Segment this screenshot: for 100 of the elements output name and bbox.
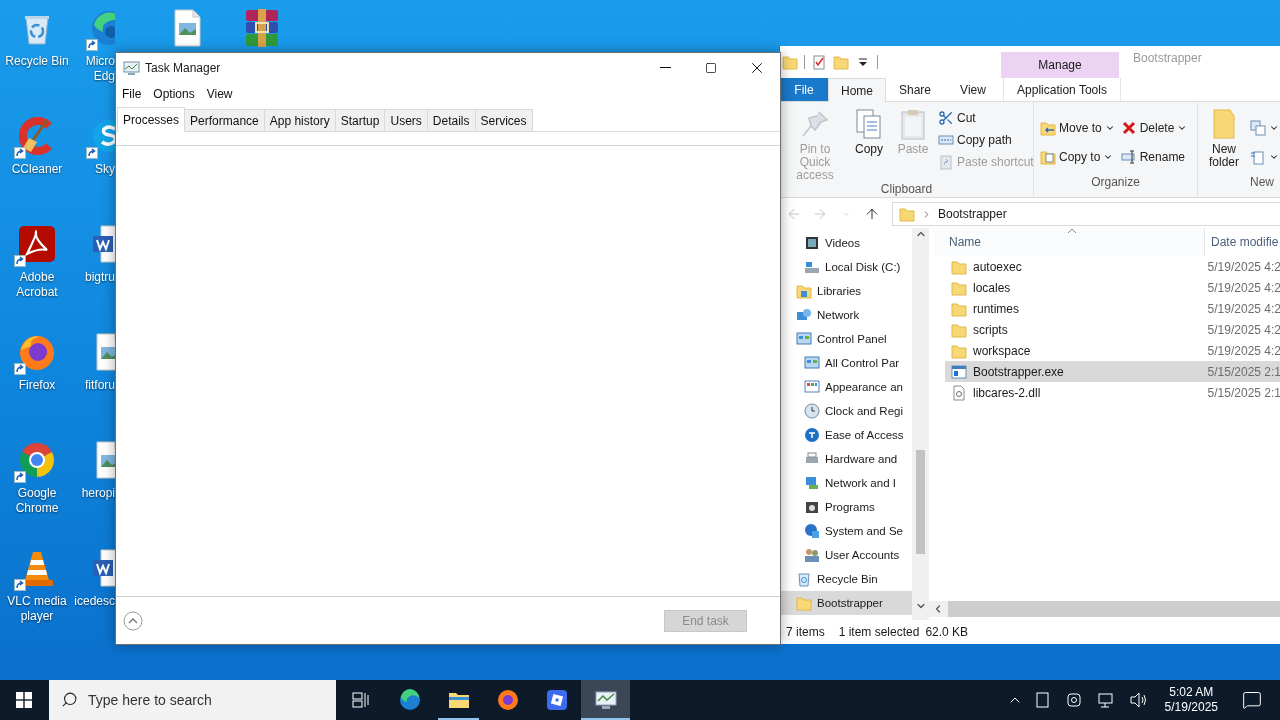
status-text: 7 items — [786, 625, 825, 639]
folder-icon — [782, 54, 798, 70]
paint-palette-icon — [804, 379, 820, 395]
users-icon — [804, 547, 820, 563]
desktop-icon-label: Adobe Acrobat — [16, 270, 58, 300]
ribbon-command[interactable]: Copy — [848, 108, 890, 156]
ribbon-command[interactable]: New folder — [1202, 108, 1246, 169]
shield-icon — [804, 523, 820, 539]
file-row[interactable]: workspace 5/19/2025 4:2 — [945, 340, 1280, 361]
scissors-icon — [938, 110, 954, 126]
up-arrow-icon — [864, 206, 880, 222]
ribbon-command[interactable]: Copy path — [936, 130, 1036, 150]
desktop-icon-label: Sky — [95, 162, 115, 177]
breadcrumb[interactable]: Bootstrapper — [938, 207, 1007, 221]
rename-icon — [1120, 149, 1137, 165]
file-name: runtimes — [973, 301, 1019, 316]
nav-tree-item[interactable]: Bootstrapper — [780, 591, 912, 615]
easy-access-icon — [1250, 149, 1266, 165]
library-icon — [796, 283, 812, 299]
search-field[interactable]: Type here to search — [49, 680, 336, 720]
properties-check-icon — [811, 54, 827, 70]
column-header[interactable]: Name — [933, 228, 1205, 256]
caret-icon — [1269, 152, 1279, 162]
horizontal-scrollbar[interactable] — [929, 601, 1280, 617]
pdf-reader-icon[interactable] — [17, 224, 57, 264]
menu-item[interactable]: View — [202, 85, 237, 103]
tab[interactable]: Services — [474, 109, 533, 131]
nav-tree-item[interactable]: Hardware and — [780, 447, 912, 471]
nav-tree-item[interactable]: User Accounts — [780, 543, 912, 567]
paste-shortcut-icon — [938, 154, 954, 170]
tab[interactable]: Startup — [334, 109, 386, 131]
nav-tree-item[interactable]: Network and I — [780, 471, 912, 495]
ribbon-tab[interactable]: Application Tools — [1003, 78, 1121, 101]
file-menu-button[interactable]: File — [780, 78, 828, 101]
new-item-icon — [1250, 120, 1266, 136]
vertical-scrollbar[interactable] — [912, 228, 929, 620]
clock[interactable]: 5:02 AM 5/19/2025 — [1158, 685, 1224, 715]
monitor-graph-icon — [123, 60, 140, 76]
game-app-icon — [544, 688, 569, 712]
collapse-details-icon[interactable] — [123, 610, 143, 631]
nav-tree-item[interactable]: Recycle Bin — [780, 567, 912, 591]
nav-tree-item[interactable]: Appearance an — [780, 375, 912, 399]
nav-tree-item[interactable]: Libraries — [780, 279, 912, 303]
task-view-icon — [351, 692, 370, 708]
ribbon-command[interactable]: Copy to — [1038, 147, 1117, 167]
monitor-graph-icon — [593, 688, 618, 712]
maximize-icon — [705, 62, 717, 74]
ribbon-command[interactable]: Cut — [936, 108, 1036, 128]
file-row[interactable]: libcares-2.dll 5/15/2025 2:1 — [945, 382, 1280, 403]
file-row[interactable]: scripts 5/19/2025 4:2 — [945, 319, 1280, 340]
drive-icon — [804, 259, 820, 275]
ribbon-tab[interactable]: Home — [828, 78, 886, 102]
nav-tree-item[interactable]: Programs — [780, 495, 912, 519]
scrollbar-thumb[interactable] — [916, 450, 925, 554]
nav-tree-item[interactable]: Clock and Regi — [780, 399, 912, 423]
file-row[interactable]: autoexec 5/19/2025 4:2 — [945, 256, 1280, 277]
nav-tree-item[interactable]: Videos — [780, 231, 912, 255]
file-row[interactable]: runtimes 5/19/2025 4:2 — [945, 298, 1280, 319]
tab[interactable]: Performance — [184, 109, 265, 131]
browser-icon — [397, 688, 422, 712]
nav-tree-item[interactable]: Ease of Access — [780, 423, 912, 447]
tab[interactable]: Users — [384, 109, 428, 131]
window-title: Bootstrapper — [1132, 51, 1202, 67]
nav-tree-item[interactable]: Control Panel — [780, 327, 912, 351]
folder-icon — [833, 54, 849, 70]
nav-tree-item[interactable]: Network — [780, 303, 912, 327]
copy-to-folder-icon — [1040, 149, 1056, 165]
ribbon-command[interactable]: Move to — [1038, 118, 1117, 138]
taskbar-app-button[interactable] — [581, 680, 630, 720]
ribbon-command[interactable]: Delete — [1118, 118, 1190, 138]
address-bar[interactable]: Bootstrapper — [892, 202, 1280, 226]
file-date: 5/19/2025 4:2 — [1207, 322, 1280, 337]
window-title: Task Manager — [145, 61, 221, 75]
caret-icon — [1269, 123, 1279, 133]
column-header[interactable]: Date modifie — [1205, 228, 1279, 256]
nav-tree-item[interactable]: All Control Par — [780, 351, 912, 375]
nav-tree-item[interactable]: Local Disk (C:) — [780, 255, 912, 279]
browser-icon[interactable] — [17, 440, 57, 480]
ribbon-command[interactable]: Rename — [1118, 147, 1190, 167]
control-panel-icon — [804, 355, 820, 371]
tab[interactable]: Details — [426, 109, 476, 131]
folder-icon — [951, 300, 967, 317]
accessibility-icon — [804, 427, 820, 443]
menu-item[interactable]: Options — [149, 85, 199, 103]
clock-globe-icon — [804, 403, 820, 419]
sort-ascending-icon — [1067, 228, 1077, 234]
tab[interactable]: App history — [263, 109, 336, 131]
ribbon-group-label: Organize — [1090, 175, 1141, 191]
menu-item[interactable]: File — [118, 85, 146, 103]
tab[interactable]: Processes — [117, 107, 186, 132]
file-row[interactable]: Bootstrapper.exe 5/15/2025 2:1 — [945, 361, 1280, 382]
network-icon — [796, 307, 812, 323]
desktop-icon-label: icedesc — [75, 594, 115, 609]
file-row[interactable]: locales 5/19/2025 4:2 — [945, 277, 1280, 298]
nav-tree-item[interactable]: System and Se — [780, 519, 912, 543]
desktop-icon-label: Micro Edg — [85, 54, 115, 84]
file-name: workspace — [973, 343, 1031, 358]
file-date: 5/15/2025 2:1 — [1207, 364, 1280, 379]
desktop-icon-label: Firefox — [18, 378, 56, 393]
clock-time: 5:02 AM — [1169, 685, 1214, 700]
